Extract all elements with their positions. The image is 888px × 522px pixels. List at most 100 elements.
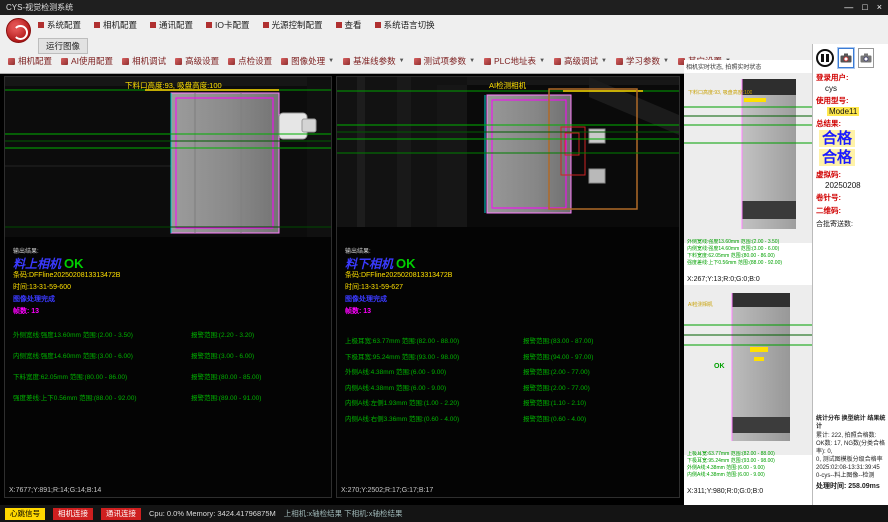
measure-row: 内侧A线:左侧1.93mm 范围:(1.00 - 2.20)报警范围:(1.10… bbox=[345, 397, 675, 407]
heartbeat-badge: 心跳信号 bbox=[5, 508, 45, 520]
menu-bar: 系统配置 相机配置 通讯配置 IO卡配置 光源控制配置 查看 系统语言切换 bbox=[38, 19, 435, 31]
pause-icon bbox=[821, 54, 824, 62]
lower-overlay-label: AI检测相机 bbox=[489, 80, 526, 91]
tool-icon bbox=[281, 58, 288, 65]
thumb-coords-readout: X:267;Y:13;R:0;G:0;B:0 bbox=[687, 276, 760, 283]
chevron-down-icon bbox=[663, 58, 669, 64]
frame-count: 帧数: 13 bbox=[13, 307, 120, 317]
tool-image-process[interactable]: 图像处理 bbox=[281, 55, 334, 67]
tool-test-params[interactable]: 测试项参数 bbox=[414, 55, 475, 67]
camera-status: OK bbox=[64, 256, 84, 271]
stats-line: 0, 测试图模板分级合格率 bbox=[816, 456, 886, 464]
process-time: 处理时间: 258.09ms bbox=[816, 483, 886, 491]
tool-icon bbox=[343, 58, 350, 65]
upper-overlay-heights: 下料口高度:93, 吸盘高度:100 bbox=[125, 80, 222, 91]
measure-row: 强度差线:上下0.56mm 范围:(88.00 - 92.00)报警范围:(89… bbox=[13, 392, 327, 402]
upper-result-block: 输出结果: 料上相机OK 条码:DFFline2025020813313472B… bbox=[13, 247, 120, 317]
thumb-overlay-text: 下料口高度:93, 吸盘高度:100 bbox=[688, 89, 752, 96]
menu-io-config[interactable]: IO卡配置 bbox=[206, 19, 249, 31]
camera-image-upper[interactable] bbox=[5, 77, 331, 237]
tool-camera-debug[interactable]: 相机调试 bbox=[122, 55, 166, 67]
thumb-measure-text: 上极耳宽:63.77mm 范围:(82.00 - 88.00) 下极耳宽:95.… bbox=[687, 451, 775, 479]
tool-icon bbox=[616, 58, 623, 65]
tool-advanced-debug[interactable]: 高级调试 bbox=[554, 55, 607, 67]
camera-snapshot-button-2[interactable] bbox=[858, 48, 874, 68]
chevron-down-icon bbox=[469, 58, 475, 64]
menu-comm-config[interactable]: 通讯配置 bbox=[150, 19, 193, 31]
thumbnail-image-lower[interactable] bbox=[684, 285, 812, 455]
menu-item-icon bbox=[150, 22, 156, 28]
menu-item-icon bbox=[94, 22, 100, 28]
barcode-text: 条码:DFFline2025020813313472B bbox=[345, 271, 452, 281]
tool-icon bbox=[61, 58, 68, 65]
status-bar: 心跳信号 相机连接 通讯连接 Cpu: 0.0% Memory: 3424.41… bbox=[0, 505, 888, 522]
camera-name: 料上相机 bbox=[13, 257, 61, 271]
total-result-1: 合格 bbox=[819, 130, 855, 147]
tool-camera-config[interactable]: 相机配置 bbox=[8, 55, 52, 67]
thumbnail-lower[interactable]: AI检测相机 OK 上极耳宽:63.77mm 范围:(82.00 - 88.00… bbox=[684, 285, 812, 497]
measure-row: 上极耳宽:63.77mm 范围:(82.00 - 88.00)报警范围:(83.… bbox=[345, 335, 675, 345]
thumb-measure-text: 外侧宽线:强度13.60mm 范围:(2.00 - 3.50) 内侧宽线:强度1… bbox=[687, 239, 782, 267]
tool-spot-check[interactable]: 点检设置 bbox=[228, 55, 272, 67]
maximize-icon[interactable]: □ bbox=[862, 1, 867, 14]
tool-ai-config[interactable]: AI使用配置 bbox=[61, 55, 113, 67]
camera-icon bbox=[860, 53, 872, 63]
pixel-coords-readout: X:7677;Y:891;R:14;G:14;B:14 bbox=[9, 487, 101, 494]
camera-view-lower[interactable]: AI检测相机 输出结果: 料下相机OK 条码:DFFline2025020813… bbox=[336, 76, 680, 498]
stats-line: 0-cys--料上图像--检测 bbox=[816, 472, 886, 480]
thumbnail-image-upper[interactable] bbox=[684, 73, 812, 243]
camera-link-badge: 相机连接 bbox=[53, 508, 93, 520]
minimize-icon[interactable]: — bbox=[844, 1, 853, 14]
menu-item-icon bbox=[375, 22, 381, 28]
tool-advanced-settings[interactable]: 高级设置 bbox=[175, 55, 219, 67]
menu-light-config[interactable]: 光源控制配置 bbox=[263, 19, 323, 31]
camera-image-lower[interactable] bbox=[337, 77, 679, 227]
toolbar: 相机配置 AI使用配置 相机调试 高级设置 点检设置 图像处理 基准线参数 测试… bbox=[8, 55, 731, 67]
tool-learning-params[interactable]: 学习参数 bbox=[616, 55, 669, 67]
app-logo-icon bbox=[6, 18, 31, 43]
measure-row: 内侧宽线:强度14.60mm 范围:(3.00 - 6.00)报警范围:(3.0… bbox=[13, 350, 327, 360]
camera-snapshot-button-1[interactable] bbox=[838, 48, 854, 68]
chevron-down-icon bbox=[539, 58, 545, 64]
thumb-coords-readout: X:311;Y:980;R:0;G:0;B:0 bbox=[687, 488, 763, 495]
measure-row: 外侧A线:4.38mm 范围:(6.00 - 9.00)报警范围:(2.00 -… bbox=[345, 366, 675, 376]
stats-line: 2025:02:08-13:31:39:45 bbox=[816, 464, 886, 472]
measure-row: 内侧A线:4.38mm 范围:(6.00 - 9.00)报警范围:(2.00 -… bbox=[345, 382, 675, 392]
tool-icon bbox=[414, 58, 421, 65]
virtual-code-value: 20250208 bbox=[813, 180, 888, 190]
tool-plc-table[interactable]: PLC地址表 bbox=[484, 55, 545, 67]
info-sidebar: 登录用户: cys 使用型号: Mode11 总结果: 合格 合格 虚拟码: 2… bbox=[812, 44, 888, 505]
process-status: 图像处理完成 bbox=[13, 295, 120, 305]
thumbnail-upper[interactable]: 下料口高度:93, 吸盘高度:100 外侧宽线:强度13.60mm 范围:(2.… bbox=[684, 73, 812, 285]
login-user-label: 登录用户: bbox=[813, 70, 888, 83]
menu-item-icon bbox=[206, 22, 212, 28]
menu-language-switch[interactable]: 系统语言切换 bbox=[375, 19, 435, 31]
menu-item-icon bbox=[38, 22, 44, 28]
stats-line: OK数: 17, NG数(分类合格率): 0, bbox=[816, 440, 886, 456]
menu-camera-config[interactable]: 相机配置 bbox=[94, 19, 137, 31]
virtual-code-label: 虚拟码: bbox=[813, 167, 888, 180]
comm-link-badge: 通讯连接 bbox=[101, 508, 141, 520]
menu-system-config[interactable]: 系统配置 bbox=[38, 19, 81, 31]
tool-baseline-params[interactable]: 基准线参数 bbox=[343, 55, 404, 67]
pause-button[interactable] bbox=[816, 49, 834, 67]
panel-hint: 相机实时状态, 拍照实时状态 bbox=[684, 60, 812, 73]
menu-item-icon bbox=[263, 22, 269, 28]
camera-view-upper[interactable]: 下料口高度:93, 吸盘高度:100 输出结果: 料上相机OK 条码:DFFli… bbox=[4, 76, 332, 498]
thumbnail-panel: 相机实时状态, 拍照实时状态 下料口高度:93, 吸盘高度:100 外侧宽线:强… bbox=[684, 60, 812, 505]
chevron-down-icon bbox=[601, 58, 607, 64]
camera-status: OK bbox=[396, 256, 416, 271]
close-icon[interactable]: × bbox=[877, 1, 882, 14]
barcode-text: 条码:DFFline2025020813313472B bbox=[13, 271, 120, 281]
tab-run-image[interactable]: 运行图像 bbox=[38, 38, 88, 54]
tool-icon bbox=[484, 58, 491, 65]
camera-icon bbox=[840, 53, 852, 63]
measure-row: 下极耳宽:95.24mm 范围:(93.00 - 98.00)报警范围:(94.… bbox=[345, 351, 675, 361]
measure-row: 外侧宽线:强度13.60mm 范围:(2.00 - 3.50)报警范围:(2.2… bbox=[13, 329, 327, 339]
menu-view[interactable]: 查看 bbox=[336, 19, 362, 31]
main-area: 下料口高度:93, 吸盘高度:100 输出结果: 料上相机OK 条码:DFFli… bbox=[0, 74, 684, 505]
roll-number-label: 卷针号: bbox=[813, 190, 888, 203]
batch-count-label: 合批寄送数: bbox=[813, 216, 888, 229]
tool-icon bbox=[228, 58, 235, 65]
camera-name: 料下相机 bbox=[345, 257, 393, 271]
